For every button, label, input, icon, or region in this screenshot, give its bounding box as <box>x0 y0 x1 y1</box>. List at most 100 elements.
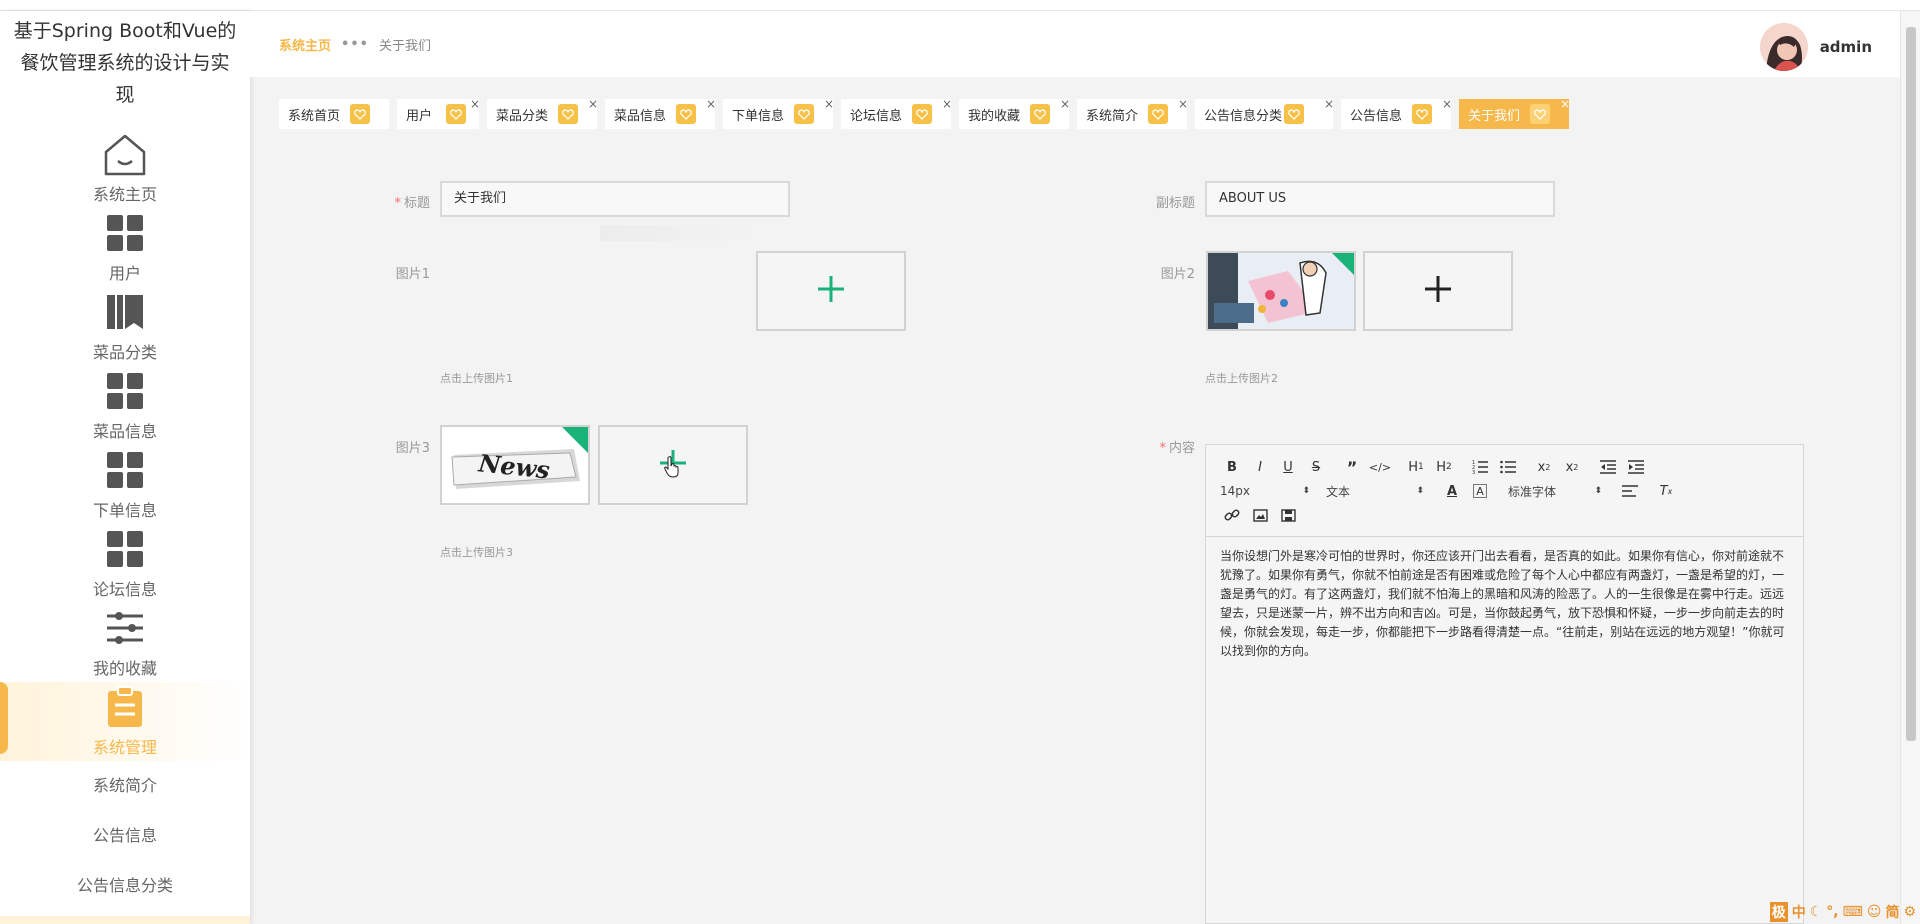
tab-label: 我的收藏 <box>968 108 1021 124</box>
tab-favorites[interactable]: 我的收藏 × <box>959 98 1070 129</box>
sidebar: 基于Spring Boot和Vue的餐饮管理系统的设计与实现 系统主页 用户 菜… <box>0 11 250 924</box>
sidebar-subitem-notice-category[interactable]: 公告信息分类 <box>0 861 250 911</box>
title-label: * 标题 <box>380 192 430 211</box>
tab-label: 用户 <box>406 108 433 124</box>
sidebar-bottom-bar <box>0 916 250 924</box>
pic2-thumbnail[interactable] <box>1206 251 1356 331</box>
close-icon[interactable]: × <box>706 98 716 110</box>
bold-icon[interactable]: B <box>1218 456 1246 478</box>
sidebar-subitem-notice[interactable]: 公告信息 <box>0 811 250 861</box>
sidebar-item-system-admin[interactable]: 系统管理 <box>0 682 250 761</box>
clear-format-icon[interactable]: Tx <box>1652 480 1680 502</box>
close-icon[interactable]: × <box>1178 98 1188 110</box>
font-color-icon[interactable]: A <box>1438 480 1466 502</box>
subtitle-input[interactable]: ABOUT US <box>1205 181 1555 217</box>
heart-icon <box>912 104 933 124</box>
tab-notice-category[interactable]: 公告信息分类 × <box>1195 98 1334 129</box>
sidebar-item-label: 下单信息 <box>92 501 157 520</box>
heading1-icon[interactable]: H1 <box>1402 456 1430 478</box>
sidebar-item-label: 系统主页 <box>92 185 157 204</box>
pic3-upload-button[interactable] <box>598 425 748 505</box>
user-menu[interactable]: admin <box>1759 23 1872 71</box>
link-icon[interactable] <box>1218 504 1246 526</box>
close-icon[interactable]: × <box>942 98 952 110</box>
sidebar-item-orders[interactable]: 下单信息 <box>0 445 250 524</box>
heading2-icon[interactable]: H2 <box>1430 456 1458 478</box>
underline-icon[interactable]: U <box>1274 456 1302 478</box>
punctuation-icon[interactable]: °, <box>1826 904 1838 920</box>
tab-dish-category[interactable]: 菜品分类 × <box>487 98 598 129</box>
image-icon[interactable] <box>1246 504 1274 526</box>
ime-mode-char[interactable]: 中 <box>1792 902 1806 922</box>
subscript-icon[interactable]: x2 <box>1530 456 1558 478</box>
superscript-icon[interactable]: x2 <box>1558 456 1586 478</box>
background-color-icon[interactable]: A <box>1473 484 1487 498</box>
clipboard-icon <box>100 682 150 732</box>
close-icon[interactable]: × <box>1060 98 1070 110</box>
video-icon[interactable] <box>1274 504 1302 526</box>
outdent-icon[interactable] <box>1594 456 1622 478</box>
italic-icon[interactable]: I <box>1246 456 1274 478</box>
pic2-label: 图片2 <box>1160 267 1195 282</box>
title-input[interactable]: 关于我们 <box>440 181 790 217</box>
moon-icon[interactable]: ☾ <box>1810 904 1823 920</box>
content-label: * 内容 <box>1145 437 1195 456</box>
tab-about-us[interactable]: 关于我们 × <box>1459 98 1570 129</box>
sidebar-item-dish-category[interactable]: 菜品分类 <box>0 287 250 366</box>
tab-forum[interactable]: 论坛信息 × <box>841 98 952 129</box>
subtitle-label: 副标题 <box>1140 192 1195 211</box>
sidebar-nav: 系统主页 用户 菜品分类 菜品信息 下单信息 论坛信息 我的收藏 系统管理 系统… <box>0 129 250 911</box>
pic1-faint-preview <box>600 225 750 241</box>
toolbar-row-3 <box>1218 503 1791 527</box>
content-label-text: 内容 <box>1168 441 1195 456</box>
user-icon[interactable]: ☺ <box>1867 904 1882 920</box>
tab-dish-info[interactable]: 菜品信息 × <box>605 98 716 129</box>
font-size-select[interactable]: 14px ⬍ <box>1218 480 1310 502</box>
settings-icon[interactable]: ⚙ <box>1903 904 1916 920</box>
indent-icon[interactable] <box>1622 456 1650 478</box>
pic1-upload-button[interactable] <box>756 251 906 331</box>
tab-notice[interactable]: 公告信息 × <box>1341 98 1452 129</box>
scrollbar-thumb[interactable] <box>1906 27 1916 741</box>
font-family-select[interactable]: 标准字体 ⬍ <box>1506 480 1602 502</box>
tab-home[interactable]: 系统首页 <box>279 99 389 129</box>
user-name[interactable]: admin <box>1820 38 1872 56</box>
hand-cursor-icon <box>664 456 679 478</box>
pic3-thumbnail[interactable]: News <box>440 425 590 505</box>
close-icon[interactable]: × <box>1442 98 1452 110</box>
close-icon[interactable]: × <box>1324 98 1334 110</box>
sidebar-item-dish-info[interactable]: 菜品信息 <box>0 366 250 445</box>
heart-icon <box>1412 104 1433 124</box>
tab-label: 公告信息分类 <box>1204 108 1283 124</box>
keyboard-icon[interactable]: ⌨ <box>1843 904 1863 920</box>
strikethrough-icon[interactable]: S <box>1302 456 1330 478</box>
close-icon[interactable]: × <box>1560 98 1570 110</box>
tab-system-intro[interactable]: 系统简介 × <box>1077 98 1188 129</box>
tab-orders[interactable]: 下单信息 × <box>723 98 834 129</box>
breadcrumb-home[interactable]: 系统主页 <box>279 35 331 54</box>
close-icon[interactable]: × <box>470 98 480 110</box>
align-icon[interactable] <box>1616 480 1644 502</box>
tab-label: 公告信息 <box>1350 108 1403 124</box>
bullet-list-icon[interactable] <box>1494 456 1522 478</box>
sidebar-item-users[interactable]: 用户 <box>0 208 250 287</box>
editor-content[interactable]: 当你设想门外是寒冷可怕的世界时，你还应该开门出去看看，是否真的如此。如果你有信心… <box>1206 537 1803 671</box>
plus-icon <box>816 274 846 308</box>
pic2-upload-button[interactable] <box>1363 251 1513 331</box>
sidebar-item-home[interactable]: 系统主页 <box>0 129 250 208</box>
block-type-select[interactable]: 文本 ⬍ <box>1324 480 1424 502</box>
ime-simplified-char[interactable]: 简 <box>1885 902 1899 922</box>
ime-logo-char[interactable]: 极 <box>1769 902 1788 922</box>
tab-label: 关于我们 <box>1468 108 1521 124</box>
sidebar-subitem-system-intro[interactable]: 系统简介 <box>0 761 250 811</box>
sidebar-item-favorites[interactable]: 我的收藏 <box>0 603 250 682</box>
vertical-scrollbar[interactable] <box>1900 11 1920 924</box>
close-icon[interactable]: × <box>824 98 834 110</box>
blockquote-icon[interactable]: ” <box>1338 456 1366 478</box>
ordered-list-icon[interactable]: 123 <box>1466 456 1494 478</box>
code-block-icon[interactable]: </> <box>1366 456 1394 478</box>
sidebar-item-forum[interactable]: 论坛信息 <box>0 524 250 603</box>
close-icon[interactable]: × <box>588 98 598 110</box>
tab-users[interactable]: 用户 × <box>397 98 480 129</box>
avatar[interactable] <box>1759 23 1808 71</box>
